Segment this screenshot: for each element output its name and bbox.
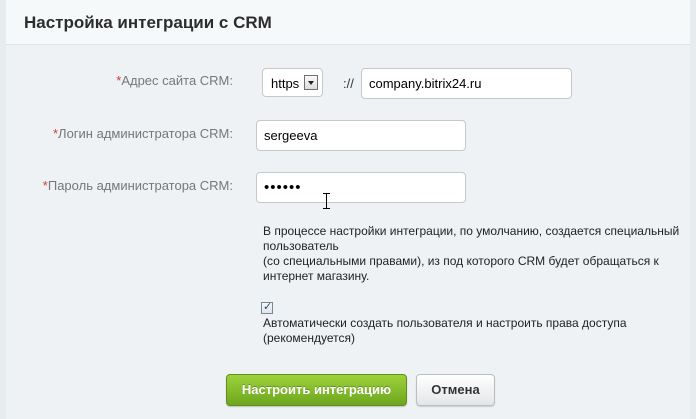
- admin-login-label-text: Логин администратора CRM:: [58, 126, 233, 141]
- crm-integration-panel: Настройка интеграции с CRM *Адрес сайта …: [6, 0, 690, 419]
- auto-create-line-1: Автоматически создать пользователя и нас…: [263, 316, 627, 330]
- admin-password-input[interactable]: [256, 172, 466, 203]
- cancel-button[interactable]: Отмена: [416, 374, 495, 406]
- protocol-select[interactable]: https: [262, 68, 323, 97]
- protocol-separator: ://: [343, 76, 354, 91]
- checkmark-icon: ✓: [263, 301, 273, 313]
- admin-login-input[interactable]: [256, 120, 466, 151]
- site-address-input[interactable]: [361, 68, 572, 99]
- text-cursor-icon: [323, 193, 331, 209]
- admin-password-label-text: Пароль администратора CRM:: [47, 178, 233, 193]
- site-address-label: *Адрес сайта CRM:: [116, 73, 233, 88]
- panel-title: Настройка интеграции с CRM: [24, 13, 272, 32]
- auto-create-user-label[interactable]: Автоматически создать пользователя и нас…: [263, 316, 683, 346]
- admin-login-label: *Логин администратора CRM:: [53, 126, 233, 141]
- auto-create-line-2: (рекомендуется): [263, 331, 355, 345]
- info-line-1: В процессе настройки интеграции, по умол…: [263, 224, 680, 253]
- chevron-down-icon[interactable]: [304, 75, 318, 90]
- site-address-label-text: Адрес сайта CRM:: [121, 73, 233, 88]
- panel-header: Настройка интеграции с CRM: [6, 0, 690, 45]
- admin-password-label: *Пароль администратора CRM:: [43, 178, 233, 193]
- configure-integration-button[interactable]: Настроить интеграцию: [226, 374, 407, 406]
- integration-info-text: В процессе настройки интеграции, по умол…: [263, 224, 693, 284]
- protocol-select-value: https: [271, 76, 300, 91]
- info-line-2: (со специальными правами), из под которо…: [263, 254, 659, 283]
- auto-create-user-checkbox[interactable]: ✓: [261, 301, 273, 314]
- window: Настройка интеграции с CRM *Адрес сайта …: [0, 0, 696, 419]
